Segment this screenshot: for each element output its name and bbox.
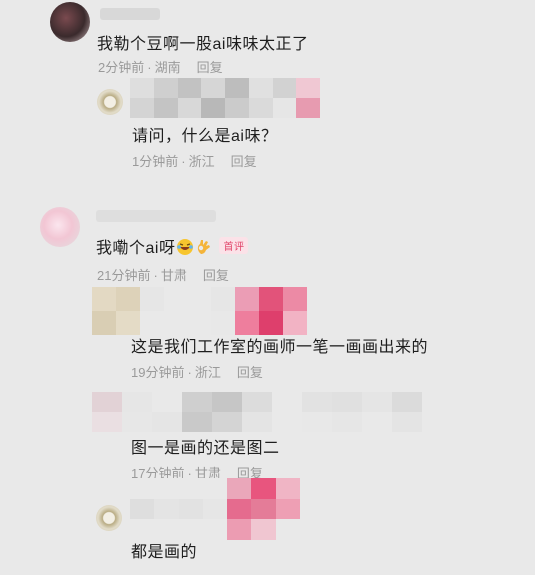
reply-button[interactable]: 回复 bbox=[231, 154, 257, 169]
comment-text: 我嘞个ai呀 首评 bbox=[96, 234, 249, 261]
reply-meta: 19分钟前 · 浙江 回复 bbox=[131, 365, 263, 380]
reply-text: 请问，什么是ai味？ bbox=[132, 128, 278, 145]
comment-location: 甘肃 bbox=[160, 268, 187, 283]
ok-hand-emoji-icon bbox=[195, 238, 213, 261]
reply-meta: 1分钟前 · 浙江 回复 bbox=[132, 154, 257, 169]
reply-time: 19分钟前 bbox=[131, 365, 185, 380]
reply-button[interactable]: 回复 bbox=[197, 60, 223, 75]
reply-text: 图一是画的还是图二 bbox=[131, 440, 280, 457]
comment-meta: 21分钟前 · 甘肃 回复 bbox=[97, 268, 229, 283]
comment-time: 21分钟前 bbox=[97, 268, 151, 283]
username-mosaic[interactable] bbox=[92, 392, 422, 432]
username-blurred[interactable] bbox=[100, 8, 160, 20]
avatar[interactable] bbox=[40, 207, 80, 247]
avatar[interactable] bbox=[97, 89, 123, 115]
reply-text: 都是画的 bbox=[131, 544, 198, 561]
avatar[interactable] bbox=[50, 2, 90, 42]
reply-button[interactable]: 回复 bbox=[237, 365, 263, 380]
reply-location: 浙江 bbox=[194, 365, 221, 380]
comment-location: 湖南 bbox=[154, 60, 181, 75]
comment-text-content: 我嘞个ai呀 bbox=[96, 240, 176, 257]
reply-button[interactable]: 回复 bbox=[203, 268, 229, 283]
username-mosaic[interactable] bbox=[130, 78, 320, 118]
comment-time: 2分钟前 bbox=[98, 60, 145, 75]
username-mosaic[interactable] bbox=[92, 287, 307, 335]
laughing-crying-emoji-icon bbox=[176, 238, 194, 261]
comment-text: 我勒个豆啊一股ai味味太正了 bbox=[97, 36, 309, 53]
avatar[interactable] bbox=[96, 505, 122, 531]
username-blurred[interactable] bbox=[96, 210, 216, 222]
comment-thread: 我勒个豆啊一股ai味味太正了 2分钟前 · 湖南 回复 请问，什么是ai味？ 1分钟前… bbox=[0, 0, 535, 575]
username-mosaic[interactable] bbox=[130, 478, 300, 540]
first-comment-badge: 首评 bbox=[219, 237, 249, 254]
reply-time: 1分钟前 bbox=[132, 154, 179, 169]
comment-meta: 2分钟前 · 湖南 回复 bbox=[98, 60, 223, 75]
reply-location: 浙江 bbox=[188, 154, 215, 169]
reply-text: 这是我们工作室的画师一笔一画画出来的 bbox=[131, 339, 429, 356]
